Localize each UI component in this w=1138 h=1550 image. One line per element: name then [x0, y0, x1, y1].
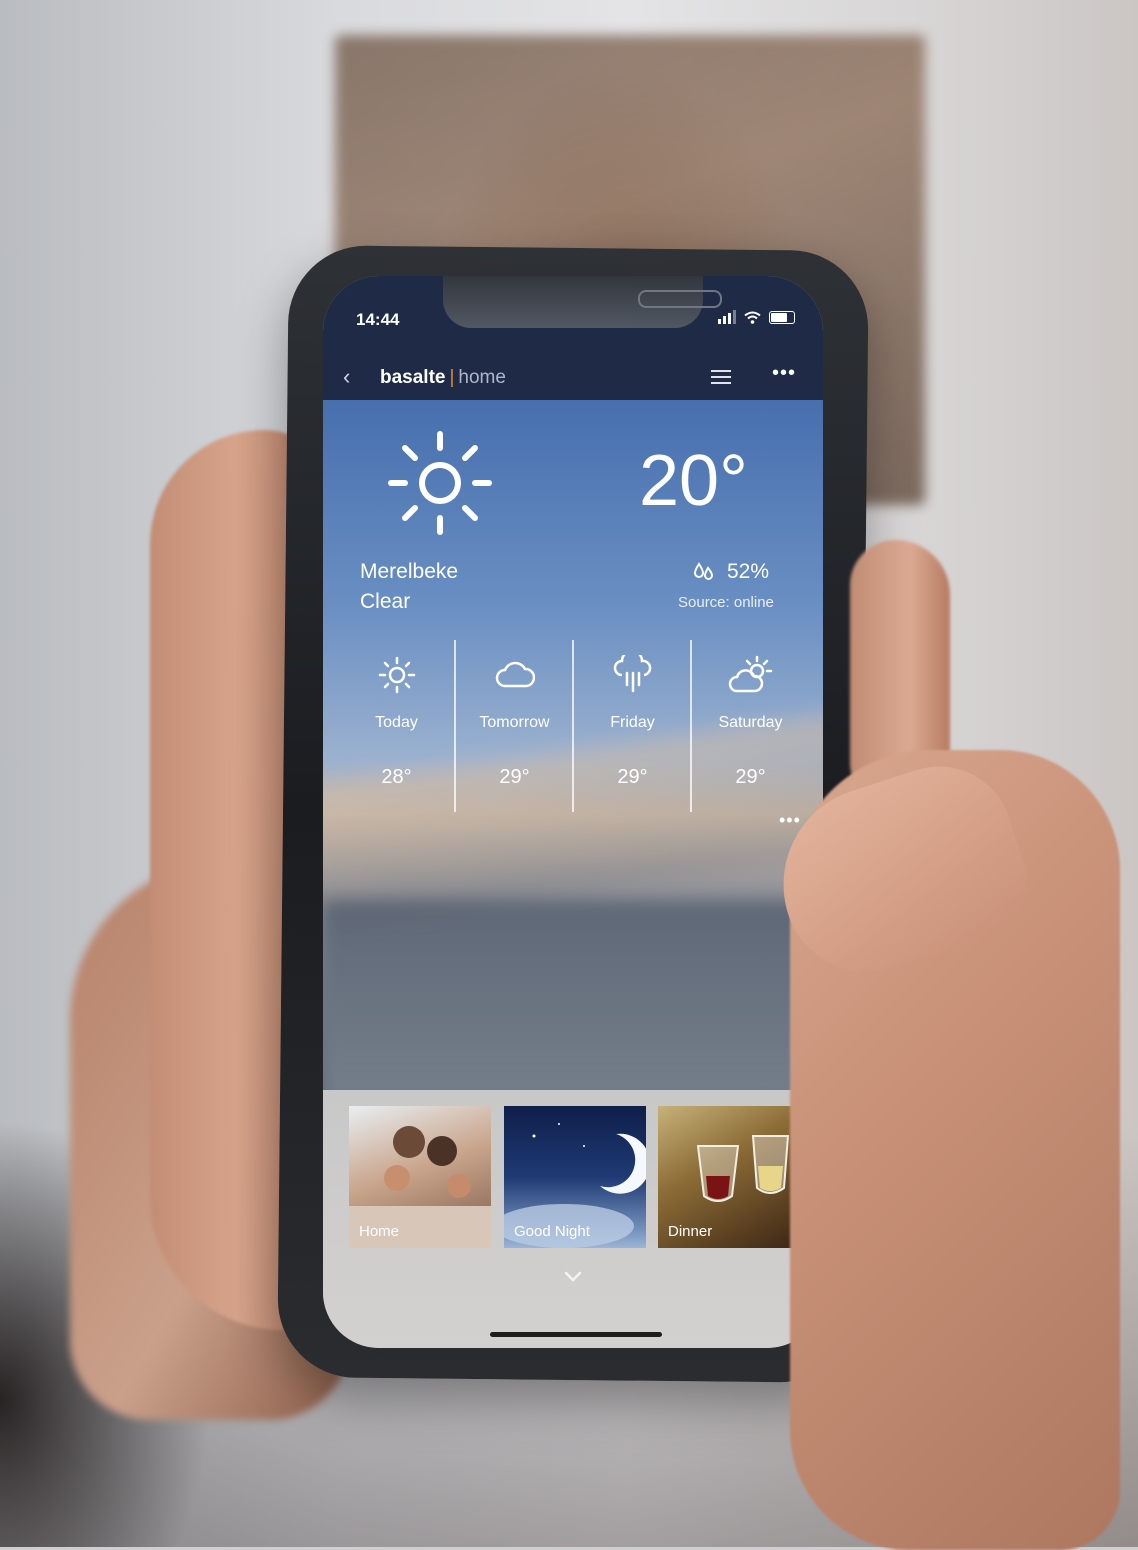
current-temperature: 20°: [639, 441, 748, 521]
wifi-icon: [744, 311, 761, 324]
humidity-value: 52%: [727, 560, 770, 583]
notch: [443, 276, 722, 328]
sun-icon: [378, 656, 415, 694]
scene-dinner[interactable]: Dinner: [658, 1106, 803, 1248]
forecast-day-temp: 29°: [735, 766, 766, 788]
scene-label: Dinner: [668, 1223, 713, 1240]
chevron-down-icon[interactable]: [563, 1266, 583, 1286]
forecast-day-temp: 28°: [381, 766, 412, 788]
humidity-icon: [693, 562, 714, 580]
status-time: 14:44: [356, 310, 400, 329]
data-source: Source: online: [678, 594, 774, 611]
forecast-day[interactable]: Saturday 29°: [692, 640, 809, 812]
battery-icon: [769, 310, 795, 324]
weather-condition: Clear: [360, 590, 411, 613]
partly-cloudy-icon: [728, 655, 772, 693]
forecast-day-temp: 29°: [499, 766, 530, 788]
forecast-more-icon[interactable]: •••: [779, 810, 801, 831]
scene-label: Good Night: [514, 1223, 590, 1240]
forecast-day-name: Today: [375, 714, 418, 731]
speaker-grille: [638, 290, 722, 308]
forecast-day-name: Tomorrow: [479, 714, 550, 731]
brand-separator: |: [449, 367, 455, 388]
forecast-day[interactable]: Today 28°: [338, 640, 455, 812]
back-chevron-icon[interactable]: ‹: [343, 364, 350, 390]
forecast-strip: Today 28° Tomorrow 29° Friday 29° Saturd…: [338, 640, 808, 812]
forecast-day[interactable]: Tomorrow 29°: [456, 640, 573, 812]
brand-name: basalte: [380, 367, 446, 388]
scene-home[interactable]: Home: [349, 1106, 491, 1248]
scene-good-night[interactable]: Good Night: [504, 1106, 646, 1248]
status-bar: 14:44: [323, 276, 823, 354]
status-icons: [718, 310, 795, 324]
sun-icon: [388, 431, 492, 535]
weather-widget: 20° Merelbeke Clear 52% Source: online T…: [323, 400, 823, 1100]
signal-icon: [718, 310, 736, 324]
nav-bar: ‹ basalte | home •••: [323, 354, 823, 400]
scene-label: Home: [359, 1223, 400, 1240]
forecast-day-temp: 29°: [617, 766, 648, 788]
phone-screen: 14:44 ‹ basalte | home ••• 20° Merelbeke…: [323, 276, 823, 1348]
home-indicator[interactable]: [490, 1332, 662, 1337]
location-name: Merelbeke: [360, 560, 459, 583]
humidity: 52%: [693, 560, 769, 584]
rain-icon: [613, 655, 651, 693]
scenes-panel: Home Good Night Dinner: [323, 1090, 823, 1348]
brand-section: home: [458, 367, 506, 388]
forecast-day-name: Saturday: [718, 714, 783, 731]
menu-icon[interactable]: [711, 370, 731, 384]
cloud-icon: [495, 661, 535, 688]
forecast-day[interactable]: Friday 29°: [574, 640, 691, 812]
app-brand: basalte | home: [380, 367, 506, 389]
forecast-day-name: Friday: [610, 714, 655, 731]
more-options-icon[interactable]: •••: [772, 362, 796, 385]
background-house-blur-lower: [323, 900, 823, 1100]
